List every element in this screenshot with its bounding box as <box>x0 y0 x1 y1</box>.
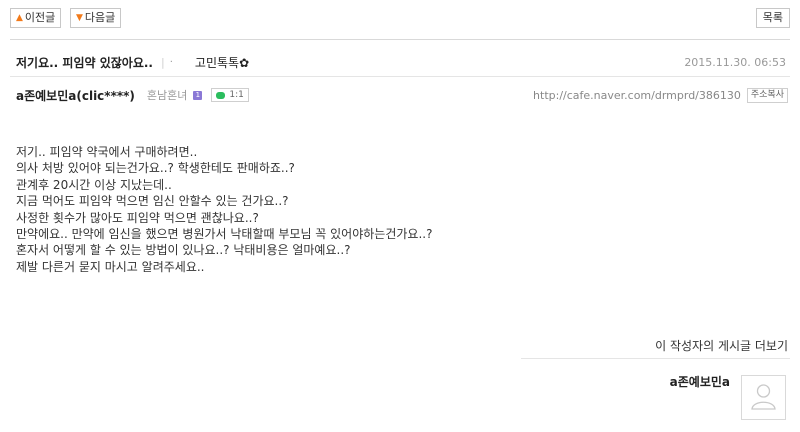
post-url[interactable]: http://cafe.naver.com/drmprd/386130 <box>533 89 741 102</box>
list-button[interactable]: 목록 <box>755 8 790 28</box>
avatar[interactable] <box>741 375 786 420</box>
profile-divider <box>521 358 790 359</box>
body-line: 저기.. 피임약 약국에서 구매하려면.. <box>16 145 198 159</box>
profile-nickname[interactable]: a존예보민a <box>670 373 730 390</box>
body-line: 만약에요.. 만약에 임신을 했으면 병원가서 낙태할때 부모님 꼭 있어야하는… <box>16 227 433 242</box>
body-line: 의사 처방 있어야 되는건가요..? 학생한테도 판매하죠..? <box>16 161 295 176</box>
copy-url-button[interactable]: 주소복사 <box>746 87 788 103</box>
body-line: 제발 다른거 묻지 마시고 알려주세요.. <box>16 259 205 274</box>
more-posts-link[interactable]: 이 작성자의 게시글 더보기 <box>655 337 788 354</box>
chat-bubble-icon <box>216 91 226 99</box>
prev-post-button[interactable]: ▲ 이전글 <box>10 8 62 28</box>
author-grade: 혼남혼녀 <box>146 89 188 102</box>
body-line: 관계후 20시간 이상 지났는데.. <box>16 177 172 192</box>
next-post-label: 다음글 <box>84 11 116 24</box>
up-arrow-icon: ▲ <box>16 13 23 23</box>
post-category-link[interactable]: 고민톡톡✿ <box>195 54 249 71</box>
body-line: 혼자서 어떻게 할 수 있는 방법이 있나요..? 낙태비용은 얼마예요..? <box>16 243 351 258</box>
top-divider <box>10 39 790 40</box>
post-title-row: 저기요.. 피임약 있잖아요.. | · 고민톡톡✿ 2015.11.30. 0… <box>16 53 786 71</box>
body-line: 지금 먹어도 피임약 먹으면 임신 안할수 있는 건가요..? <box>16 194 289 209</box>
post-date: 2015.11.30. 06:53 <box>684 55 786 69</box>
author-row: a존예보민a(clic****) 혼남혼녀 1 1:1 http://cafe.… <box>16 86 788 104</box>
down-arrow-icon: ▼ <box>76 13 83 23</box>
title-separator: | <box>161 55 165 69</box>
title-dot: · <box>169 56 173 68</box>
post-title: 저기요.. 피임약 있잖아요.. <box>16 55 153 70</box>
list-label: 목록 <box>762 11 783 24</box>
body-line: 사정한 횟수가 많아도 피임약 먹으면 괜찮나요..? <box>16 210 259 225</box>
grade-badge-icon: 1 <box>193 90 203 100</box>
next-post-button[interactable]: ▼ 다음글 <box>70 8 122 28</box>
chat-label: 1:1 <box>229 90 244 100</box>
post-body: 저기.. 피임약 약국에서 구매하려면.. 의사 처방 있어야 되는건가요..?… <box>16 144 780 275</box>
default-user-icon <box>751 384 776 410</box>
chat-button[interactable]: 1:1 <box>211 88 249 102</box>
author-name[interactable]: a존예보민a(clic****) <box>16 87 135 104</box>
header-divider <box>10 76 790 77</box>
prev-post-label: 이전글 <box>24 11 56 24</box>
